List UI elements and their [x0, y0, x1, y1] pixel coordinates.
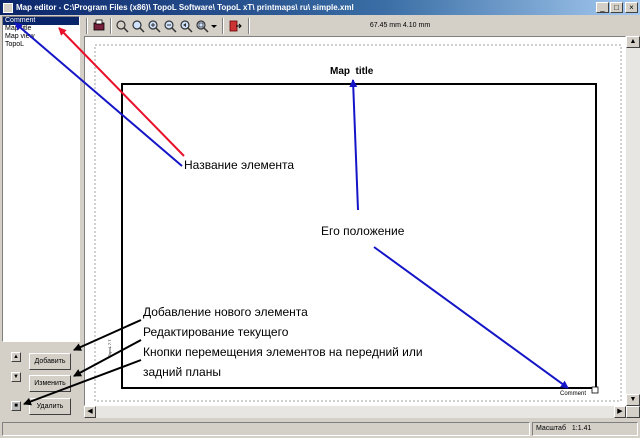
add-button[interactable]: Добавить [29, 353, 71, 370]
zoom-out-icon[interactable] [163, 19, 177, 33]
delete-button[interactable]: Удалить [29, 398, 71, 415]
app-icon [3, 2, 13, 13]
list-item-map-view[interactable]: Map view [3, 33, 79, 41]
send-backward-button[interactable]: ▼ [11, 372, 21, 382]
comment-handle[interactable] [591, 386, 599, 394]
scroll-corner [626, 406, 640, 418]
vertical-scrollbar[interactable]: ▲ ▼ [626, 36, 640, 406]
zoom-page-icon[interactable] [195, 19, 209, 33]
window-title: Map editor - C:\Program Files (x86)\ Top… [16, 3, 354, 12]
list-item-map-title[interactable]: Map title [3, 25, 79, 33]
cursor-coordinates: 67.45 mm 4.10 mm [369, 22, 431, 29]
element-list[interactable]: Comment Map title Map view TopoL [2, 16, 80, 342]
bring-forward-button[interactable]: ▲ [11, 352, 21, 362]
minimize-button[interactable]: _ [596, 2, 609, 13]
exit-icon[interactable] [228, 19, 242, 33]
zoom-in-icon[interactable] [147, 19, 161, 33]
maximize-button[interactable]: □ [610, 2, 623, 13]
status-message [2, 422, 530, 436]
list-item-comment[interactable]: Comment [3, 17, 79, 25]
scroll-up-button[interactable]: ▲ [626, 36, 640, 48]
toolbar-separator [86, 18, 88, 34]
edit-button[interactable]: Изменить [29, 375, 71, 392]
zoom-icon[interactable] [131, 19, 145, 33]
topol-side-label[interactable]: TopoL 7.7 [107, 340, 112, 357]
toolbar: 67.45 mm 4.10 mm [84, 16, 640, 36]
annotation-edit-current: Редактирование текущего [143, 325, 289, 339]
print-icon[interactable] [92, 19, 106, 33]
status-bar: Масштаб 1:1.41 [0, 420, 640, 438]
scroll-left-button[interactable]: ◀ [84, 406, 96, 418]
zoom-dropdown-icon[interactable] [210, 19, 218, 33]
annotation-order-line1: Кнопки перемещения элементов на передний… [143, 345, 423, 359]
map-title-element[interactable]: Map title [330, 66, 373, 77]
annotation-position: Его положение [321, 224, 405, 238]
annotation-add-new: Добавление нового элемента [143, 305, 308, 319]
title-bar: Map editor - C:\Program Files (x86)\ Top… [0, 0, 640, 15]
toolbar-separator [222, 18, 224, 34]
scroll-right-button[interactable]: ▶ [614, 406, 626, 418]
pointer-icon[interactable] [115, 19, 129, 33]
scale-label: Масштаб [536, 425, 566, 432]
toolbar-separator [110, 18, 112, 34]
scroll-down-button[interactable]: ▼ [626, 394, 640, 406]
delete-order-button[interactable]: ■ [11, 401, 21, 411]
close-button[interactable]: × [625, 2, 638, 13]
status-scale: Масштаб 1:1.41 [532, 422, 638, 436]
annotation-order-line2: задний планы [143, 365, 221, 379]
horizontal-scrollbar[interactable]: ◀ ▶ [84, 406, 626, 418]
list-item-topol[interactable]: TopoL [3, 41, 79, 49]
comment-element[interactable]: Comment [560, 391, 586, 397]
zoom-prev-icon[interactable] [179, 19, 193, 33]
scale-value: 1:1.41 [571, 425, 592, 432]
annotation-element-name: Название элемента [184, 158, 295, 172]
toolbar-separator [248, 18, 250, 34]
